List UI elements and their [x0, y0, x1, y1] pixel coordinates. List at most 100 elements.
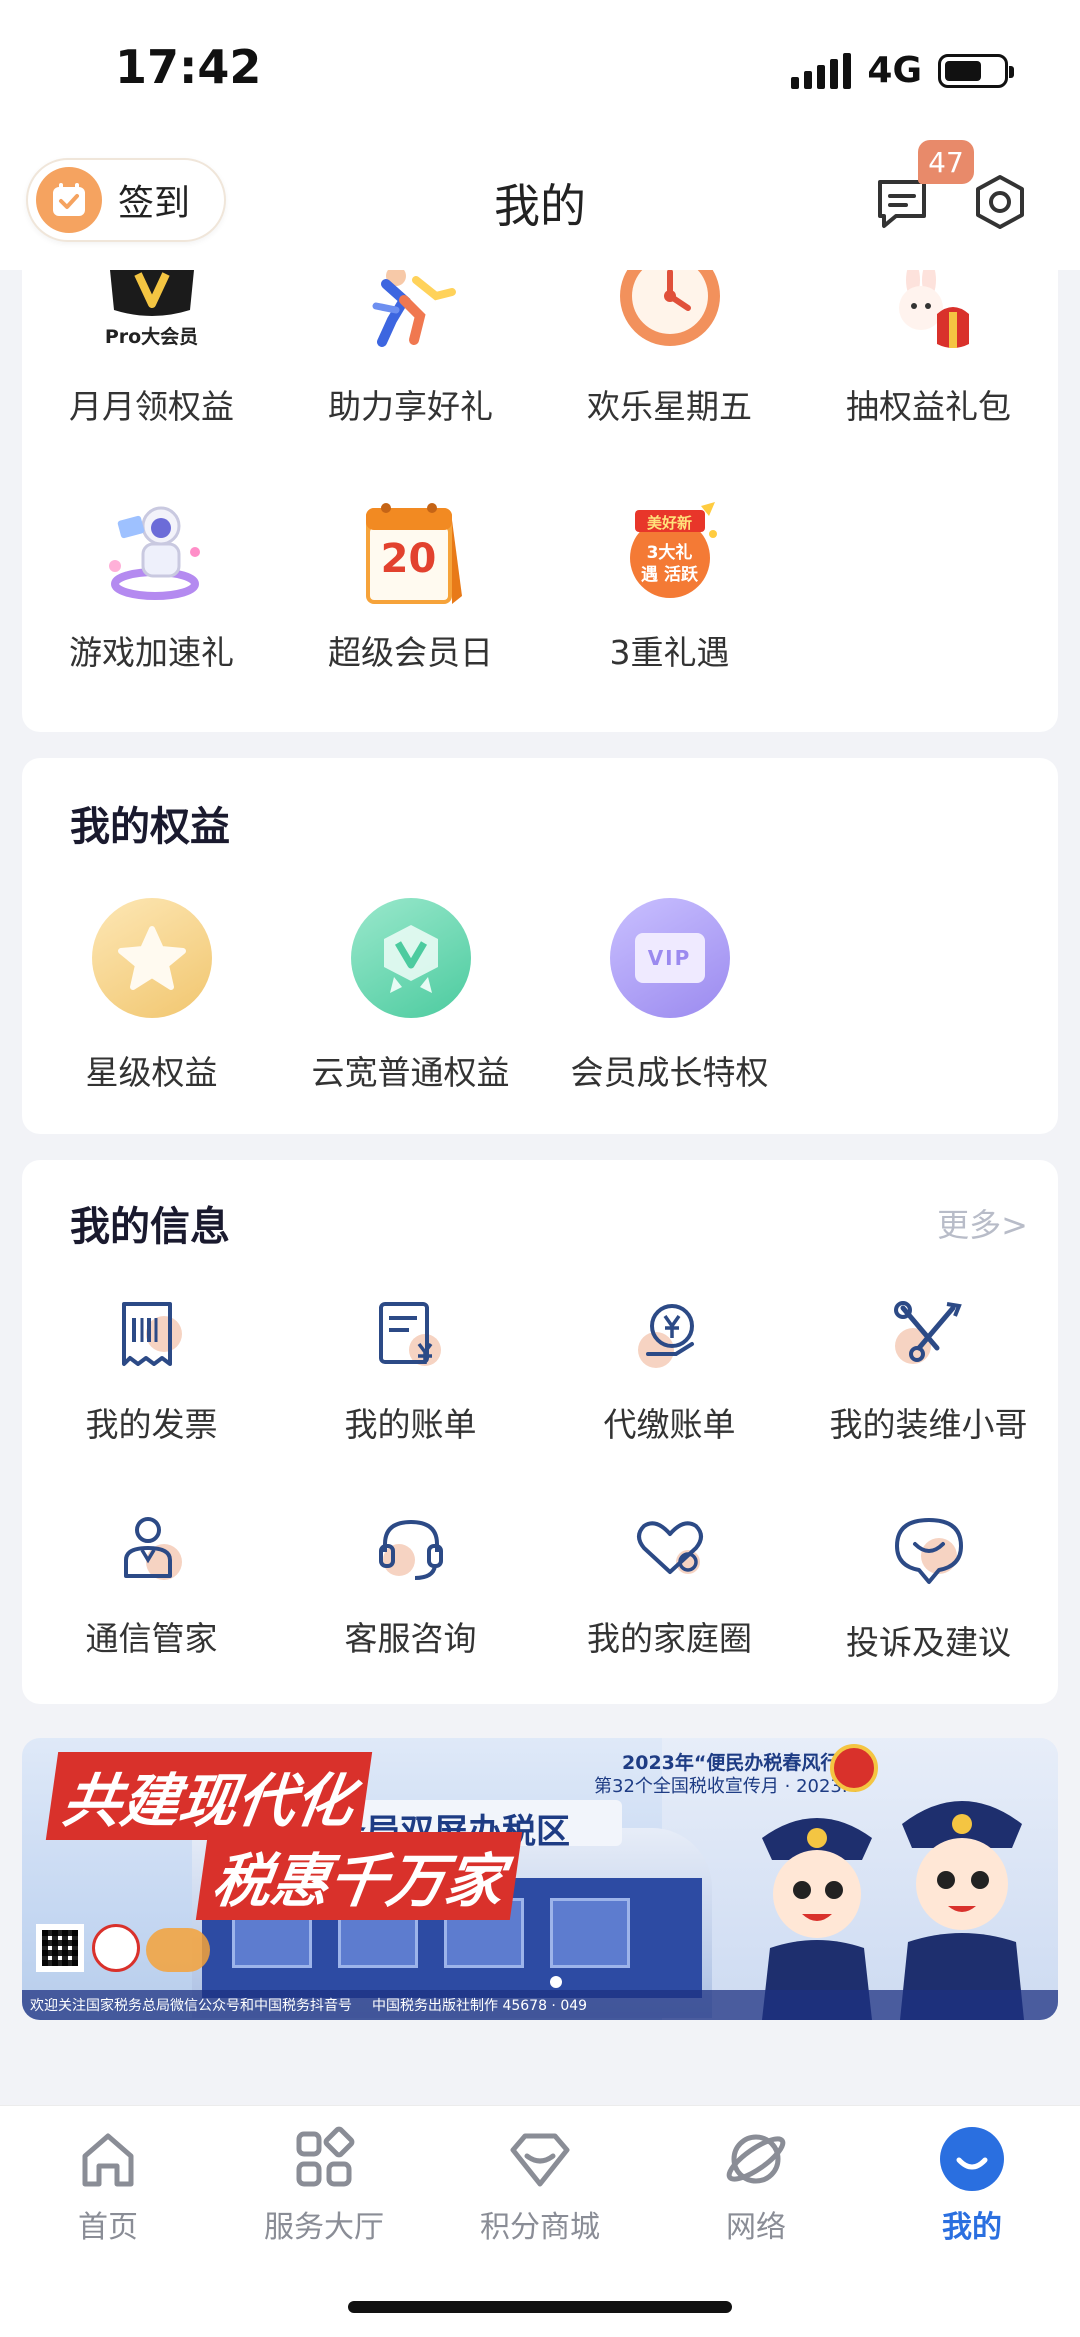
emblem-circle-icon	[92, 1924, 140, 1972]
rabbit-gift-icon	[879, 262, 979, 350]
diamond-icon	[510, 2133, 570, 2187]
bill-icon	[371, 1298, 451, 1378]
info-invoice[interactable]: 我的发票	[22, 1298, 281, 1446]
grid-apps-icon	[296, 2126, 355, 2187]
info-label: 代缴账单	[603, 1405, 736, 1444]
tab-mine[interactable]: 我的	[864, 2126, 1080, 2246]
grid-item-boost-gifts[interactable]: 助力享好礼	[281, 266, 540, 428]
vip-card-text: VIP	[647, 946, 692, 970]
tab-label: 我的	[942, 2210, 1002, 2245]
banner-footer-right: 中国税务出版社制作 45678 · 049	[372, 1998, 588, 2014]
grid-item-label: 月月领权益	[69, 387, 234, 426]
grid-item-label: 超级会员日	[328, 633, 493, 672]
banner-headline-1: 共建现代化	[45, 1752, 373, 1840]
benefit-label: 星级权益	[85, 1053, 218, 1092]
info-bill[interactable]: 我的账单	[281, 1298, 540, 1446]
benefit-star-level[interactable]: 星级权益	[22, 898, 281, 1094]
v-badge-icon	[350, 898, 471, 1018]
benefit-label: 会员成长特权	[570, 1053, 769, 1092]
planet-icon	[726, 2134, 786, 2184]
tab-label: 首页	[78, 2210, 138, 2245]
grid-item-happy-friday[interactable]: 欢乐星期五	[540, 270, 799, 428]
smile-bubble-icon	[889, 1512, 969, 1592]
tab-service-hall[interactable]: 服务大厅	[216, 2126, 432, 2246]
mascot-logo-icon	[146, 1928, 210, 1972]
officer-cartoon-icon	[742, 1798, 892, 2020]
officer-cartoon-icon	[882, 1778, 1042, 2020]
carousel-dot	[550, 1976, 562, 1988]
calendar-icon: 20	[356, 500, 466, 610]
home-icon	[82, 2133, 134, 2187]
info-label: 我的账单	[344, 1405, 477, 1444]
status-bar: 17:42 4G	[0, 0, 1080, 140]
info-installer[interactable]: 我的装维小哥	[799, 1298, 1058, 1446]
grid-item-label: 助力享好礼	[328, 387, 493, 426]
banner-footer-left: 欢迎关注国家税务总局微信公众号和中国税务抖音号	[30, 1998, 352, 2014]
astronaut-icon	[97, 500, 207, 610]
vip-card-icon: VIP	[609, 898, 730, 1018]
qr-code-icon	[36, 1924, 84, 1972]
my-info-card: 我的信息 更多> 我的发票 我的账单 代缴账单 我的装维小哥 通信管家 客服咨询…	[22, 1160, 1058, 1704]
info-label: 通信管家	[85, 1619, 218, 1658]
info-proxy-bill[interactable]: 代缴账单	[540, 1298, 799, 1446]
tab-label: 服务大厅	[264, 2210, 384, 2245]
settings-icon[interactable]	[970, 172, 1030, 232]
grid-item-label: 3重礼遇	[609, 633, 730, 672]
grid-item-triple-gifts[interactable]: 美好新 3大礼遇 活跃 3重礼遇	[540, 500, 799, 674]
yen-pay-icon	[630, 1298, 710, 1378]
grid-item-label: 欢乐星期五	[587, 387, 752, 426]
tab-label: 网络	[726, 2210, 786, 2245]
grid-item-draw-benefit-pack[interactable]: 抽权益礼包	[799, 262, 1058, 428]
gift-badge-text: 3大礼遇 活跃	[641, 543, 698, 585]
star-icon	[91, 898, 212, 1018]
grid-item-label: 抽权益礼包	[846, 387, 1011, 426]
invoice-icon	[112, 1298, 192, 1378]
benefit-cloud-broadband[interactable]: 云宽普通权益	[281, 898, 540, 1094]
tab-network[interactable]: 网络	[648, 2126, 864, 2246]
info-family-circle[interactable]: 我的家庭圈	[540, 1512, 799, 1660]
heart-icon	[630, 1512, 710, 1592]
status-indicators: 4G	[791, 50, 1014, 91]
info-label: 客服咨询	[344, 1619, 477, 1658]
info-comm-butler[interactable]: 通信管家	[22, 1512, 281, 1660]
my-benefits-card: 我的权益 星级权益 云宽普通权益 VIP 会员成长特权	[22, 758, 1058, 1134]
grid-item-label: 游戏加速礼	[69, 633, 234, 672]
butler-icon	[112, 1512, 192, 1592]
gift-badge-top-text: 美好新	[646, 514, 692, 532]
info-label: 我的装维小哥	[829, 1405, 1028, 1444]
benefit-member-growth[interactable]: VIP 会员成长特权	[540, 898, 799, 1094]
more-link[interactable]: 更多>	[937, 1200, 1028, 1246]
info-label: 我的家庭圈	[587, 1619, 752, 1658]
info-customer-service[interactable]: 客服咨询	[281, 1512, 540, 1660]
clock-icon	[619, 270, 720, 350]
grid-item-game-accelerator[interactable]: 游戏加速礼	[22, 500, 281, 674]
promo-banner[interactable]: 务局双屏办税区 共建现代化 税惠千万家 2023年“便民办税春风行动” 第32个…	[22, 1738, 1058, 2020]
headset-icon	[371, 1512, 451, 1592]
section-title: 我的权益	[70, 804, 230, 850]
battery-icon	[938, 53, 1014, 88]
tab-label: 积分商城	[480, 2210, 600, 2245]
tax-emblem-icon	[830, 1744, 878, 1792]
signal-icon	[791, 52, 852, 89]
status-time: 17:42	[115, 40, 262, 94]
running-people-icon	[356, 266, 466, 350]
gift-badge-icon: 美好新 3大礼遇 活跃	[615, 500, 725, 610]
grid-item-super-member-day[interactable]: 20 超级会员日	[281, 500, 540, 674]
pro-member-icon: Pro大会员	[102, 270, 202, 350]
calendar-number: 20	[380, 536, 437, 582]
tab-home[interactable]: 首页	[0, 2126, 216, 2246]
benefit-label: 云宽普通权益	[311, 1053, 510, 1092]
banner-headline-2: 税惠千万家	[195, 1832, 523, 1920]
info-complaints[interactable]: 投诉及建议	[799, 1512, 1058, 1664]
home-indicator[interactable]	[348, 2301, 732, 2313]
section-title: 我的信息	[70, 1204, 230, 1250]
pro-member-badge-text: Pro大会员	[104, 326, 199, 348]
message-count-badge: 47	[918, 140, 974, 184]
info-label: 我的发票	[85, 1405, 218, 1444]
tab-points-mall[interactable]: 积分商城	[432, 2126, 648, 2246]
grid-item-monthly-benefits[interactable]: Pro大会员 月月领权益	[22, 270, 281, 428]
network-type: 4G	[867, 50, 922, 91]
info-label: 投诉及建议	[846, 1623, 1011, 1662]
profile-smile-icon	[940, 2127, 1004, 2191]
banner-top-line-2: 第32个全国税收宣传月 · 2023.4	[594, 1776, 860, 1797]
